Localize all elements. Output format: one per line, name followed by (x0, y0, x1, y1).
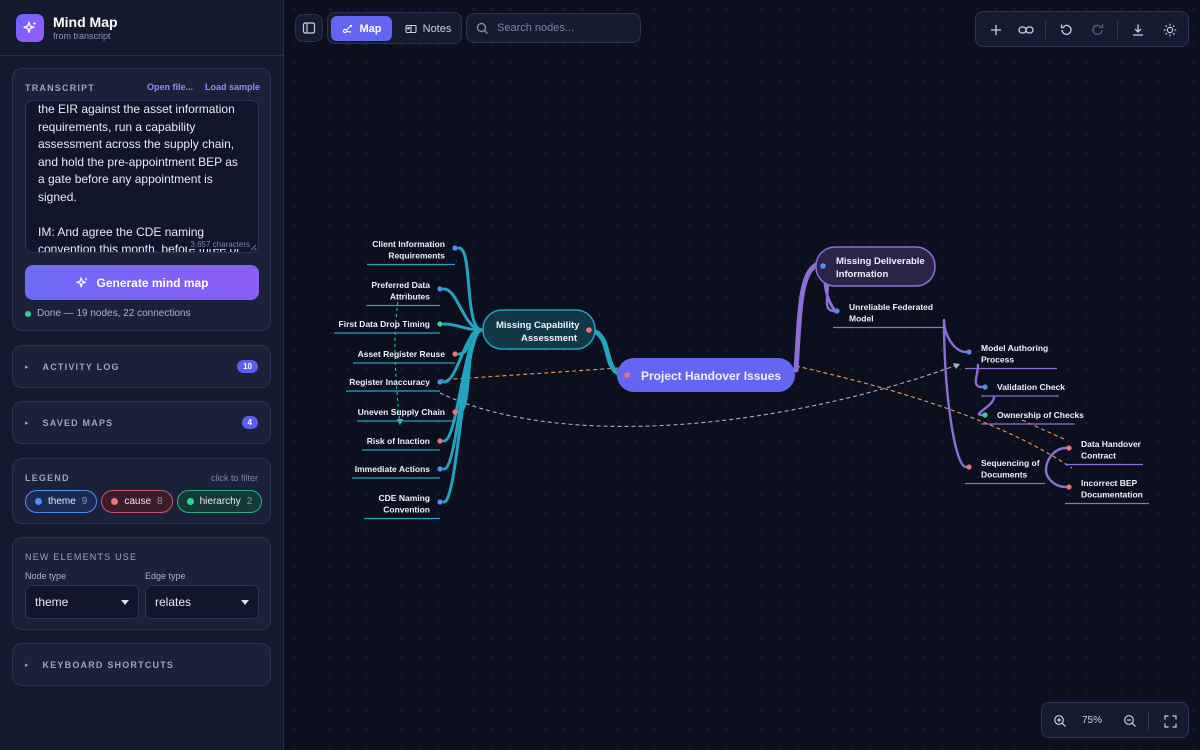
saved-maps-label: SAVED MAPS (42, 417, 114, 428)
chevron-down-icon (241, 599, 249, 605)
node-type-select[interactable]: theme (25, 585, 139, 619)
expand-triangle-icon: ▸ (25, 363, 29, 371)
toolbar-divider (1117, 21, 1118, 39)
add-link-button[interactable] (1014, 18, 1038, 42)
download-button[interactable] (1126, 18, 1150, 42)
search-placeholder: Search nodes... (497, 22, 575, 34)
toggle-sidebar-button[interactable] (295, 14, 323, 42)
open-file-link[interactable]: Open file... (147, 82, 193, 92)
edge-type-label: Edge type (145, 571, 186, 581)
legend-chip-count: 8 (157, 496, 163, 507)
zoom-in-button[interactable] (1048, 709, 1072, 733)
tab-notes[interactable]: Notes (398, 16, 458, 41)
undo-button[interactable] (1054, 18, 1078, 42)
keyboard-shortcuts-label: KEYBOARD SHORTCUTS (42, 659, 175, 670)
fullscreen-icon (1163, 714, 1177, 728)
expand-triangle-icon: ▸ (25, 661, 29, 669)
search-icon (476, 22, 488, 34)
map-icon (342, 24, 352, 33)
theme-dot (35, 498, 42, 505)
transcript-textarea[interactable]: the EIR against the asset information re… (25, 100, 259, 253)
legend-chip-hierarchy[interactable]: hierarchy 2 (176, 490, 263, 513)
toolbar-divider (1148, 712, 1149, 730)
legend-chip-cause[interactable]: cause 8 (101, 490, 173, 513)
redo-icon (1092, 24, 1104, 35)
keyboard-shortcuts-section[interactable]: ▸ KEYBOARD SHORTCUTS (12, 643, 271, 686)
legend-card: LEGEND click to filter theme 9 cause 8 h… (12, 458, 271, 524)
fit-view-button[interactable] (1158, 709, 1182, 733)
saved-maps-count: 4 (241, 416, 258, 429)
activity-log-label: ACTIVITY LOG (42, 361, 120, 372)
new-elements-label: NEW ELEMENTS USE (25, 552, 138, 562)
add-node-button[interactable] (984, 18, 1008, 42)
legend-chip-theme[interactable]: theme 9 (25, 490, 98, 513)
activity-log-section[interactable]: ▸ ACTIVITY LOG 10 (12, 345, 271, 388)
sidebar: Mind Map from transcript TRANSCRIPT Open… (0, 0, 284, 750)
redo-button[interactable] (1086, 18, 1110, 42)
app-subtitle: from transcript (53, 30, 111, 41)
sparkle-logo-icon (16, 13, 44, 42)
theme-toggle-button[interactable] (1158, 18, 1182, 42)
legend-chip-label: theme (48, 496, 76, 507)
sun-icon (1163, 23, 1177, 37)
legend-chip-count: 2 (246, 496, 253, 507)
zoom-in-icon (1054, 715, 1066, 727)
tab-notes-label: Notes (422, 22, 452, 35)
plus-icon (991, 25, 1001, 35)
link-icon (1018, 26, 1034, 34)
download-icon (1133, 24, 1143, 36)
transcript-text: the EIR against the asset information re… (38, 102, 239, 253)
sparkle-icon (76, 276, 89, 287)
generate-mind-map-button[interactable]: Generate mind map (25, 265, 259, 300)
node-type-value: theme (35, 595, 69, 609)
legend-hint: click to filter (210, 473, 258, 483)
status-dot (25, 310, 31, 317)
legend-label: LEGEND (25, 473, 70, 483)
edge-type-select[interactable]: relates (145, 585, 259, 619)
hierarchy-dot (186, 498, 194, 505)
status-line: Done — 19 nodes, 22 connections (25, 308, 190, 319)
legend-chip-label: hierarchy (199, 496, 241, 507)
legend-chip-count: 9 (81, 496, 88, 507)
new-elements-card: NEW ELEMENTS USE Node type Edge type the… (12, 537, 271, 630)
brand-header: Mind Map from transcript (0, 0, 283, 56)
zoom-out-button[interactable] (1118, 709, 1142, 733)
node-type-label: Node type (25, 571, 67, 581)
toolbar-divider (1045, 21, 1046, 39)
map-actions-toolbar (975, 11, 1189, 47)
transcript-card: TRANSCRIPT Open file... Load sample the … (12, 68, 271, 331)
expand-triangle-icon: ▸ (25, 419, 29, 427)
legend-chip-label: cause (124, 496, 152, 507)
load-sample-link[interactable]: Load sample (205, 82, 260, 92)
tab-map-label: Map (359, 22, 382, 35)
legend-chips: theme 9 cause 8 hierarchy 2 (25, 490, 266, 513)
edge-type-value: relates (155, 595, 192, 609)
undo-icon (1060, 24, 1072, 35)
search-input[interactable]: Search nodes... (466, 13, 641, 43)
sidebar-toggle-icon (302, 22, 316, 34)
zoom-out-icon (1124, 715, 1136, 727)
app-title: Mind Map (53, 13, 118, 30)
activity-log-count: 10 (237, 360, 258, 373)
zoom-level: 75% (1082, 715, 1103, 726)
status-text: Done — 19 nodes, 22 connections (37, 308, 191, 319)
tab-map[interactable]: Map (331, 16, 392, 41)
saved-maps-section[interactable]: ▸ SAVED MAPS 4 (12, 401, 271, 444)
cause-dot (111, 498, 119, 505)
zoom-controls: 75% (1041, 702, 1189, 738)
resize-handle-icon[interactable] (249, 243, 257, 251)
char-count: 3,657 characters (187, 240, 250, 249)
transcript-label: TRANSCRIPT (25, 83, 95, 93)
mind-map-canvas[interactable] (285, 0, 1200, 750)
generate-label: Generate mind map (96, 275, 209, 290)
chevron-down-icon (121, 599, 129, 605)
notes-icon (405, 24, 417, 33)
view-tabs: Map Notes (327, 12, 462, 44)
